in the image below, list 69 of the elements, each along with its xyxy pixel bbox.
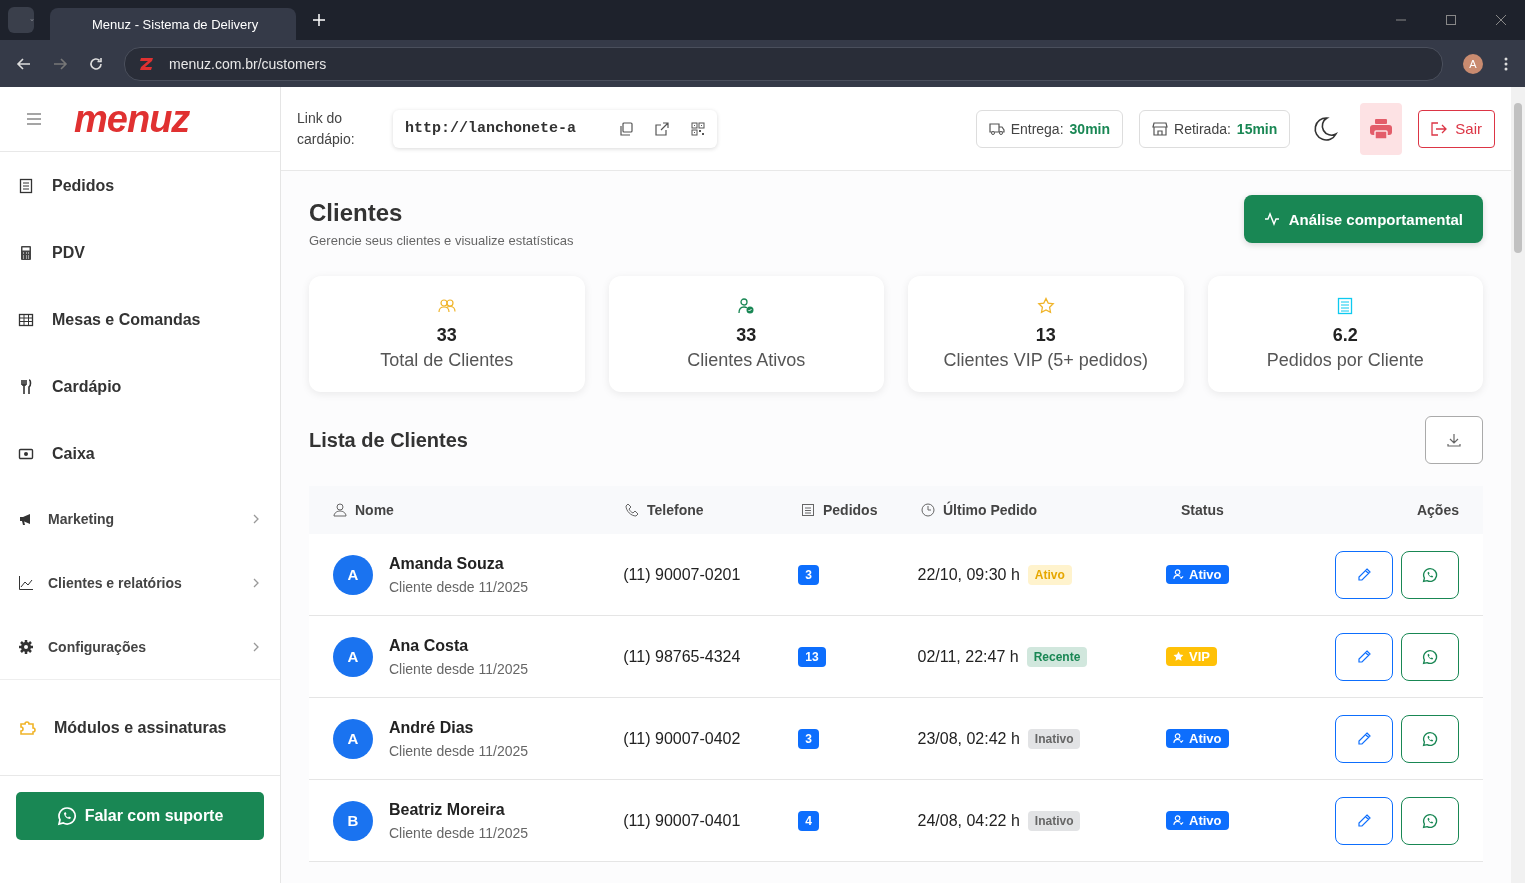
recency-tag: Recente [1026, 646, 1088, 667]
nav-item[interactable]: Pedidos [0, 152, 280, 219]
stat-label: Pedidos por Cliente [1266, 350, 1424, 371]
nav-item[interactable]: PDV [0, 219, 280, 286]
stat-value: 13 [1035, 325, 1056, 346]
logout-button[interactable]: Sair [1418, 109, 1495, 148]
page-subtitle: Gerencie seus clientes e visualize estatísticas [309, 233, 574, 248]
customer-name: Amanda Souza [389, 554, 505, 573]
order-count-badge: 13 [798, 646, 826, 667]
last-order-date: 02/11, 22:47 h [917, 647, 1019, 666]
pickup-time-chip: Retirada: 15min [1139, 109, 1291, 148]
customer-name: Beatriz Moreira [389, 800, 506, 819]
phone-number: (11) 90007-0201 [623, 565, 741, 584]
phone-number: (11) 98765-4324 [623, 647, 741, 666]
status-badge: Ativo [1166, 811, 1229, 830]
last-order-date: 22/10, 09:30 h [917, 565, 1020, 584]
stat-value: 33 [736, 325, 757, 346]
page-title: Clientes [309, 199, 404, 227]
link-field[interactable]: http://lanchonete-a [393, 109, 717, 148]
avatar: A [333, 636, 373, 677]
column-header: Status [1181, 502, 1224, 518]
column-header: Ações [1416, 502, 1459, 518]
nav-item[interactable]: Módulos e assinaturas [0, 694, 280, 761]
avatar: A [333, 554, 373, 595]
status-badge: Ativo [1166, 729, 1229, 748]
stat-label: Clientes Ativos [687, 350, 806, 371]
link-label: Link do cardápio: [297, 108, 356, 149]
stat-label: Clientes VIP (5+ pedidos) [943, 350, 1148, 371]
logo: menuz [74, 97, 190, 141]
avatar: A [333, 718, 373, 759]
recency-tag: Inativo [1027, 810, 1081, 831]
order-count-badge: 3 [798, 564, 819, 585]
status-badge: Ativo [1166, 565, 1229, 584]
order-count-badge: 3 [798, 728, 819, 749]
nav-item[interactable]: Caixa [0, 420, 280, 487]
customer-since: Cliente desde 11/2025 [389, 660, 529, 677]
column-header: Telefone [647, 502, 704, 518]
customer-since: Cliente desde 11/2025 [389, 578, 529, 595]
section-title: Lista de Clientes [309, 428, 468, 452]
customer-name: André Dias [389, 718, 475, 737]
last-order-date: 23/08, 02:42 h [917, 729, 1020, 748]
stat-value: 33 [436, 325, 457, 346]
delivery-time-chip: Entrega: 30min [975, 109, 1124, 148]
stat-label: Total de Clientes [380, 350, 514, 371]
stat-value: 6.2 [1332, 325, 1358, 346]
column-header: Nome [355, 502, 394, 518]
last-order-date: 24/08, 04:22 h [917, 811, 1020, 830]
nav-item[interactable]: Clientes e relatórios [0, 551, 280, 615]
status-badge: VIP [1166, 647, 1217, 666]
customer-name: Ana Costa [389, 636, 470, 655]
nav-item[interactable]: Cardápio [0, 353, 280, 420]
customer-since: Cliente desde 11/2025 [389, 742, 529, 759]
browser-tab[interactable]: Menuz - Sistema de Delivery [50, 8, 296, 40]
column-header: Pedidos [823, 502, 878, 518]
nav-item[interactable]: Mesas e Comandas [0, 286, 280, 353]
address-field[interactable]: menuz.com.br/customers [124, 46, 1443, 81]
nav-item[interactable]: Marketing [0, 487, 280, 551]
phone-number: (11) 90007-0401 [623, 811, 741, 830]
support-button[interactable]: Falar com suporte [16, 792, 264, 840]
recency-tag: Inativo [1027, 728, 1081, 749]
phone-number: (11) 90007-0402 [623, 729, 741, 748]
nav-item[interactable]: Configurações [0, 615, 280, 679]
avatar: B [333, 800, 373, 841]
tab-title: Menuz - Sistema de Delivery [92, 16, 259, 32]
analysis-button[interactable]: Análise comportamental [1243, 195, 1483, 243]
column-header: Último Pedido [943, 502, 1038, 518]
recency-tag: Ativo [1027, 564, 1072, 585]
customer-since: Cliente desde 11/2025 [389, 824, 529, 841]
order-count-badge: 4 [798, 810, 819, 831]
